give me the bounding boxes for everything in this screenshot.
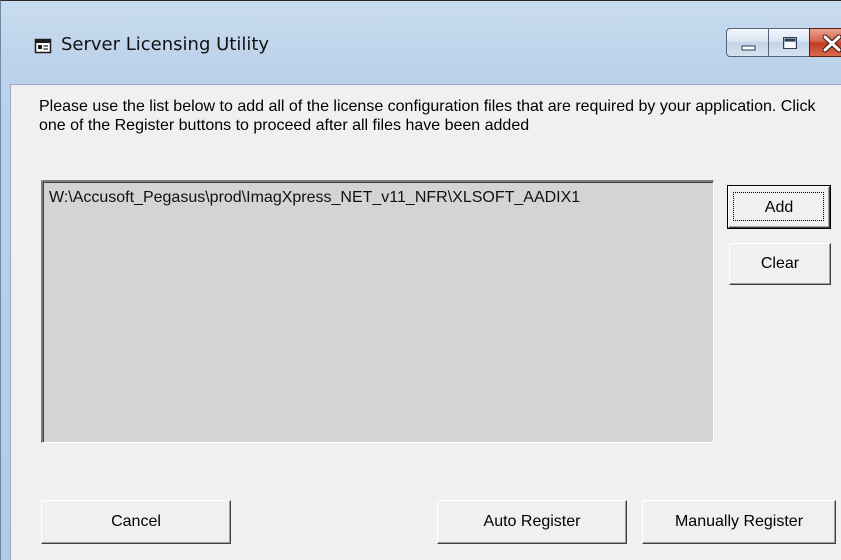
focus-rectangle (733, 192, 824, 221)
minimize-button[interactable] (726, 28, 769, 57)
minimize-icon (741, 45, 756, 51)
cancel-button[interactable]: Cancel (41, 500, 231, 544)
auto-register-button[interactable]: Auto Register (437, 500, 627, 544)
close-icon (822, 34, 841, 53)
license-file-list[interactable]: W:\Accusoft_Pegasus\prod\ImagXpress_NET_… (41, 180, 714, 443)
list-item[interactable]: W:\Accusoft_Pegasus\prod\ImagXpress_NET_… (49, 189, 580, 207)
clear-button[interactable]: Clear (729, 243, 831, 285)
title-bar[interactable]: Server Licensing Utility (1, 1, 841, 83)
instructions-text: Please use the list below to add all of … (39, 98, 816, 134)
auto-register-button-label: Auto Register (483, 513, 581, 530)
maximize-icon (783, 37, 797, 49)
dialog-client-area: Please use the list below to add all of … (10, 84, 841, 560)
manually-register-button[interactable]: Manually Register (642, 500, 836, 544)
maximize-button[interactable] (768, 28, 810, 57)
clear-button-label: Clear (760, 255, 800, 272)
window-app-icon (34, 38, 52, 54)
license-utility-window: Server Licensing Utility Please use the … (0, 0, 841, 560)
add-button[interactable]: Add (727, 185, 831, 229)
close-button[interactable] (809, 28, 841, 57)
manually-register-button-label: Manually Register (674, 513, 804, 530)
window-title: Server Licensing Utility (61, 34, 270, 55)
cancel-button-label: Cancel (111, 513, 161, 530)
